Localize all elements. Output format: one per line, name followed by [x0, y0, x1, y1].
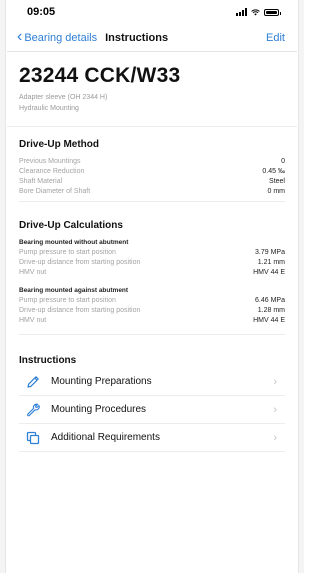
- chevron-right-icon: ›: [273, 375, 277, 388]
- chevron-right-icon: ›: [273, 403, 277, 416]
- info-label: Drive-up distance from starting position: [19, 307, 141, 314]
- info-value: 0.45 ‰: [262, 168, 285, 175]
- calculation-group-against-abutment: Bearing mounted against abutment Pump pr…: [19, 286, 285, 326]
- edit-button[interactable]: Edit: [266, 32, 285, 44]
- adapter-sleeve-subtitle: Adapter sleeve (OH 2344 H): [19, 94, 108, 101]
- instructions-section: Instructions Mounting Preparations › Mou…: [7, 341, 297, 452]
- info-row: Bore Diameter of Shaft 0 mm: [19, 187, 285, 197]
- info-row: Clearance Reduction 0.45 ‰: [19, 167, 285, 177]
- instruction-item-label: Mounting Procedures: [51, 404, 147, 415]
- wrench-icon: [19, 402, 45, 418]
- device-frame: 09:05 ‹ Bearing details Instructions Edi…: [0, 0, 304, 573]
- info-label: HMV nut: [19, 269, 47, 276]
- info-label: Bore Diameter of Shaft: [19, 188, 91, 195]
- info-row: Pump pressure to start position 6.46 MPa: [19, 296, 285, 306]
- info-row: HMV nut HMV 44 E: [19, 316, 285, 326]
- info-row: Drive-up distance from starting position…: [19, 258, 285, 268]
- info-value: 1.28 mm: [257, 307, 285, 314]
- instruction-item-additional-requirements[interactable]: Additional Requirements ›: [19, 424, 285, 452]
- chevron-left-icon: ‹: [17, 28, 23, 45]
- section-title: Drive-Up Method: [19, 139, 99, 150]
- bearing-header: 23244 CCK/W33 Adapter sleeve (OH 2344 H)…: [7, 52, 297, 127]
- page-title: Instructions: [105, 31, 169, 44]
- info-label: Shaft Material: [19, 178, 63, 185]
- wifi-icon: [251, 8, 260, 15]
- info-value: Steel: [269, 178, 285, 185]
- pencil-icon: [19, 374, 45, 390]
- info-row: Pump pressure to start position 3.79 MPa: [19, 248, 285, 258]
- group-title: Bearing mounted without abutment: [19, 239, 129, 246]
- info-label: Pump pressure to start position: [19, 297, 116, 304]
- instruction-item-label: Mounting Preparations: [51, 376, 152, 387]
- info-label: HMV nut: [19, 317, 47, 324]
- status-bar: 09:05: [7, 0, 297, 24]
- info-label: Drive-up distance from starting position: [19, 259, 141, 266]
- info-row: HMV nut HMV 44 E: [19, 268, 285, 278]
- calculation-group-without-abutment: Bearing mounted without abutment Pump pr…: [19, 238, 285, 278]
- info-value: 6.46 MPa: [255, 297, 285, 304]
- info-label: Clearance Reduction: [19, 168, 85, 175]
- info-value: 1.21 mm: [257, 259, 285, 266]
- drive-up-method-section: Drive-Up Method Previous Mountings 0 Cle…: [7, 127, 297, 208]
- section-title: Instructions: [19, 355, 77, 366]
- instruction-item-mounting-procedures[interactable]: Mounting Procedures ›: [19, 396, 285, 424]
- chevron-right-icon: ›: [273, 431, 277, 444]
- back-button-label: Bearing details: [24, 31, 98, 44]
- copy-icon: [19, 430, 45, 446]
- group-title: Bearing mounted against abutment: [19, 287, 129, 294]
- instruction-item-label: Additional Requirements: [51, 432, 160, 443]
- section-title: Drive-Up Calculations: [19, 220, 123, 231]
- status-time: 09:05: [27, 6, 56, 18]
- frame-edge-right: [298, 0, 304, 573]
- info-value: HMV 44 E: [253, 317, 285, 324]
- bearing-designation: 23244 CCK/W33: [19, 64, 181, 87]
- instruction-item-mounting-preparations[interactable]: Mounting Preparations ›: [19, 368, 285, 396]
- info-value: 0: [281, 158, 285, 165]
- info-row: Previous Mountings 0: [19, 157, 285, 167]
- info-row: Drive-up distance from starting position…: [19, 306, 285, 316]
- info-row: Shaft Material Steel: [19, 177, 285, 187]
- cellular-signal-icon: [236, 8, 247, 16]
- info-label: Pump pressure to start position: [19, 249, 116, 256]
- back-button[interactable]: ‹ Bearing details: [17, 28, 98, 45]
- frame-edge-left: [0, 0, 6, 573]
- info-value: 3.79 MPa: [255, 249, 285, 256]
- info-label: Previous Mountings: [19, 158, 81, 165]
- battery-icon: [264, 8, 281, 16]
- app-screen: 09:05 ‹ Bearing details Instructions Edi…: [7, 0, 297, 573]
- section-divider: [19, 334, 285, 335]
- mounting-method-subtitle: Hydraulic Mounting: [19, 105, 79, 112]
- drive-up-calculations-section: Drive-Up Calculations Bearing mounted wi…: [7, 208, 297, 341]
- status-icons: [236, 8, 281, 16]
- info-value: 0 mm: [267, 188, 286, 195]
- navigation-bar: ‹ Bearing details Instructions Edit: [7, 24, 297, 52]
- info-value: HMV 44 E: [253, 269, 285, 276]
- section-divider: [19, 201, 285, 202]
